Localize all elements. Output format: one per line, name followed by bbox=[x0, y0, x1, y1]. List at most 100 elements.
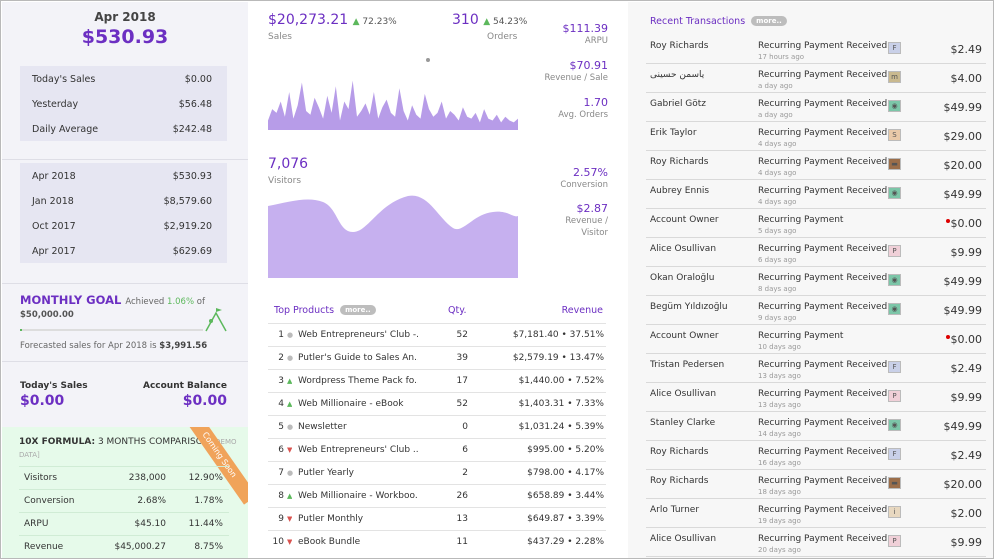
formula-label: ARPU bbox=[24, 519, 49, 529]
transaction-amount: $4.00 bbox=[951, 72, 983, 85]
product-revenue: $1,403.31 • 7.33% bbox=[518, 399, 604, 409]
transaction-row[interactable]: Roy Richards Recurring Payment Received 17… bbox=[646, 35, 986, 64]
formula-row: ARPU $45.10 11.44% bbox=[19, 512, 229, 535]
product-qty: 11 bbox=[456, 537, 468, 547]
stat-value: $56.48 bbox=[178, 99, 212, 110]
customer-name[interactable]: Gabriel Götz bbox=[650, 99, 750, 109]
transaction-row[interactable]: Begüm Yıldızoğlu Recurring Payment Receiv… bbox=[646, 296, 986, 325]
transaction-row[interactable]: Roy Richards Recurring Payment Received 18… bbox=[646, 470, 986, 499]
product-rank: 3 bbox=[278, 376, 284, 386]
transactions-panel: Recent Transactions more.. Roy Richards Re… bbox=[628, 2, 993, 558]
payment-source-icon: F bbox=[888, 361, 901, 373]
alert-dot-icon bbox=[945, 219, 950, 223]
product-row[interactable]: 4 ▲ Web Millionaire - eBook 52 $1,403.31 • 7… bbox=[268, 392, 606, 415]
transaction-amount: $9.99 bbox=[951, 536, 983, 549]
amount-value: $2.49 bbox=[950, 449, 983, 462]
rpv-value: $2.87 bbox=[576, 202, 609, 215]
customer-name[interactable]: Roy Richards bbox=[650, 41, 750, 51]
transaction-row[interactable]: Alice Osullivan Recurring Payment Receive… bbox=[646, 238, 986, 267]
amount-value: $29.00 bbox=[943, 130, 983, 143]
period-comparison[interactable]: Apr 2018 $530.93 Jan 2018 $8,579.60 Oct 20… bbox=[20, 163, 227, 263]
payment-source-icon: i bbox=[888, 506, 901, 518]
transaction-type: Recurring Payment Received bbox=[758, 418, 888, 428]
customer-name[interactable]: Stanley Clarke bbox=[650, 418, 750, 428]
transaction-row[interactable]: Aubrey Ennis Recurring Payment Received 4 … bbox=[646, 180, 986, 209]
transaction-row[interactable]: Alice Osullivan Recurring Payment Receive… bbox=[646, 528, 986, 557]
forecast-value: $3,991.56 bbox=[159, 341, 208, 351]
account-balance-label: Account Balance bbox=[142, 381, 227, 391]
transaction-row[interactable]: Tristan Pedersen Recurring Payment Receiv… bbox=[646, 354, 986, 383]
goal-amount: $50,000.00 bbox=[20, 310, 74, 320]
product-row[interactable]: 7 ● Putler Yearly 2 $798.00 • 4.17% bbox=[268, 461, 606, 484]
transactions-more-button[interactable]: more.. bbox=[751, 16, 787, 26]
trend-up-icon: ▲ bbox=[287, 377, 293, 385]
product-row[interactable]: 5 ● Newsletter 0 $1,031.24 • 5.39% bbox=[268, 415, 606, 438]
period-value: $530.93 bbox=[172, 171, 212, 182]
customer-name[interactable]: Account Owner bbox=[650, 215, 750, 225]
transaction-time: 16 days ago bbox=[758, 459, 801, 467]
customer-name[interactable]: Aubrey Ennis bbox=[650, 186, 750, 196]
transaction-amount: $2.00 bbox=[951, 507, 983, 520]
transaction-row[interactable]: Stanley Clarke Recurring Payment Received… bbox=[646, 412, 986, 441]
transaction-type: Recurring Payment bbox=[758, 215, 844, 225]
product-rank: 8 bbox=[278, 491, 284, 501]
orders-value: 310 bbox=[452, 12, 479, 28]
transaction-row[interactable]: Gabriel Götz Recurring Payment Received a … bbox=[646, 93, 986, 122]
customer-name[interactable]: Tristan Pedersen bbox=[650, 360, 750, 370]
customer-name[interactable]: Alice Osullivan bbox=[650, 534, 750, 544]
amount-value: $49.99 bbox=[943, 101, 983, 114]
product-qty: 13 bbox=[456, 514, 468, 524]
product-row[interactable]: 3 ▲ Wordpress Theme Pack fo... 17 $1,440.00 … bbox=[268, 369, 606, 392]
formula-title-rest: 3 MONTHS COMPARISON bbox=[97, 437, 210, 447]
transaction-row[interactable]: Roy Richards Recurring Payment Received 16… bbox=[646, 441, 986, 470]
transactions-header: Recent Transactions more.. bbox=[650, 16, 787, 27]
customer-name[interactable]: Alice Osullivan bbox=[650, 389, 750, 399]
customer-name[interactable]: یاسمن حسینی bbox=[650, 70, 750, 80]
transaction-time: 6 days ago bbox=[758, 256, 797, 264]
product-name: Putler Monthly bbox=[298, 514, 364, 524]
transaction-row[interactable]: یاسمن حسینی Recurring Payment Received a d… bbox=[646, 64, 986, 93]
product-name: Putler Yearly bbox=[298, 468, 354, 478]
payment-source-icon: F bbox=[888, 42, 901, 54]
transaction-row[interactable]: Account Owner Recurring Payment 10 days ag… bbox=[646, 325, 986, 354]
customer-name[interactable]: Roy Richards bbox=[650, 476, 750, 486]
customer-name[interactable]: Begüm Yıldızoğlu bbox=[650, 302, 750, 312]
customer-name[interactable]: Roy Richards bbox=[650, 157, 750, 167]
transaction-row[interactable]: Alice Osullivan Recurring Payment Receive… bbox=[646, 383, 986, 412]
revenue-header: Revenue bbox=[561, 305, 603, 316]
product-row[interactable]: 9 ▼ Putler Monthly 13 $649.87 • 3.39% bbox=[268, 507, 606, 530]
product-row[interactable]: 10 ▼ eBook Bundle 11 $437.29 • 2.28% bbox=[268, 530, 606, 553]
customer-name[interactable]: Roy Richards bbox=[650, 447, 750, 457]
transaction-amount: $2.49 bbox=[951, 362, 983, 375]
transaction-amount: $49.99 bbox=[944, 275, 983, 288]
transaction-row[interactable]: Okan Oraloğlu Recurring Payment Received 8… bbox=[646, 267, 986, 296]
formula-value: 2.68% bbox=[137, 496, 166, 506]
product-row[interactable]: 2 ● Putler's Guide to Sales An... 39 $2,579.… bbox=[268, 346, 606, 369]
transaction-amount: $20.00 bbox=[944, 478, 983, 491]
product-revenue: $658.89 • 3.44% bbox=[527, 491, 604, 501]
amount-value: $49.99 bbox=[943, 304, 983, 317]
customer-name[interactable]: Arlo Turner bbox=[650, 505, 750, 515]
achieved-of: of bbox=[196, 297, 205, 307]
period-label: Apr 2017 bbox=[32, 246, 76, 257]
transaction-time: 17 hours ago bbox=[758, 53, 805, 61]
formula-label: Visitors bbox=[24, 473, 58, 483]
stat-label: Yesterday bbox=[32, 99, 79, 110]
transaction-row[interactable]: Roy Richards Recurring Payment Received 4 … bbox=[646, 151, 986, 180]
product-row[interactable]: 1 ● Web Entrepreneurs' Club -... 52 $7,181.4… bbox=[268, 323, 606, 346]
formula-pct: 8.75% bbox=[194, 542, 223, 552]
transaction-row[interactable]: Account Owner Recurring Payment 5 days ago… bbox=[646, 209, 986, 238]
top-products-title: Top Products bbox=[274, 305, 335, 316]
product-row[interactable]: 8 ▲ Web Millionaire - Workboo... 26 $658.89 … bbox=[268, 484, 606, 507]
payment-source-icon: ◉ bbox=[888, 303, 901, 315]
transaction-type: Recurring Payment Received bbox=[758, 273, 888, 283]
customer-name[interactable]: Erik Taylor bbox=[650, 128, 750, 138]
customer-name[interactable]: Okan Oraloğlu bbox=[650, 273, 750, 283]
top-products-more-button[interactable]: more.. bbox=[340, 305, 376, 315]
customer-name[interactable]: Account Owner bbox=[650, 331, 750, 341]
transaction-row[interactable]: Erik Taylor Recurring Payment Received 4 d… bbox=[646, 122, 986, 151]
amount-value: $4.00 bbox=[950, 72, 983, 85]
customer-name[interactable]: Alice Osullivan bbox=[650, 244, 750, 254]
product-row[interactable]: 6 ▼ Web Entrepreneurs' Club ... 6 $995.00 • … bbox=[268, 438, 606, 461]
transaction-row[interactable]: Arlo Turner Recurring Payment Received 19 … bbox=[646, 499, 986, 528]
